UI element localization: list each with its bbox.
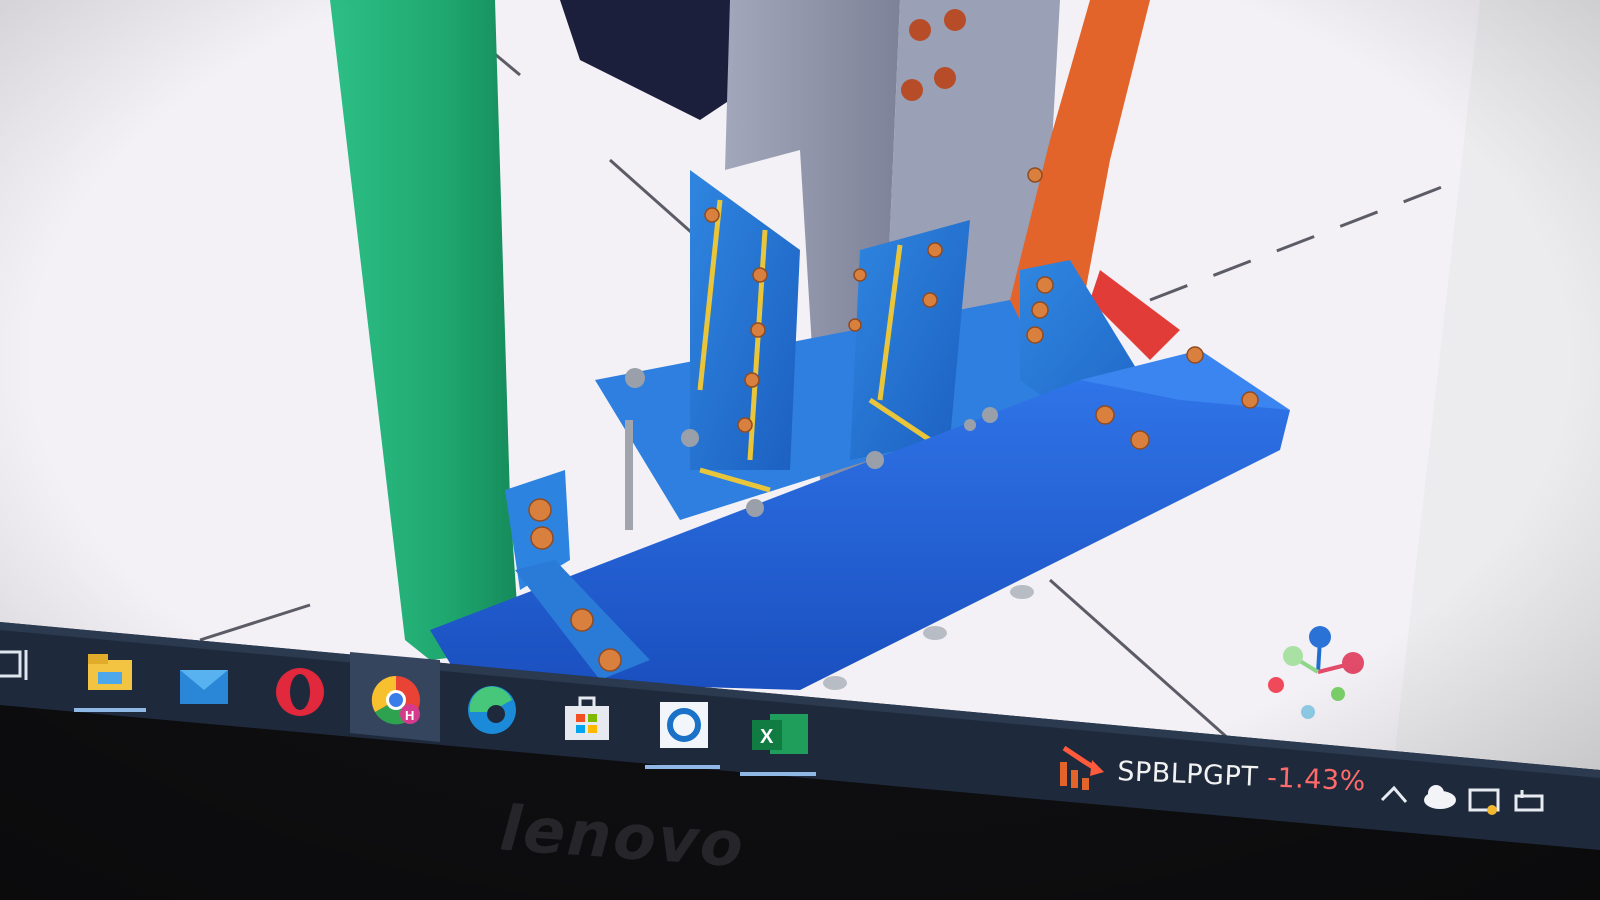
stock-ticker: SPBLPGPT bbox=[1116, 756, 1259, 793]
edge-icon[interactable] bbox=[468, 686, 516, 734]
stock-change: -1.43% bbox=[1266, 762, 1367, 798]
chrome-icon[interactable]: H bbox=[371, 675, 420, 725]
excel-letter: X bbox=[760, 726, 774, 748]
chrome-badge: H bbox=[405, 708, 414, 723]
mail-icon[interactable] bbox=[180, 670, 228, 704]
desktop-screen: H X bbox=[0, 0, 1600, 900]
opera-icon[interactable] bbox=[276, 668, 324, 716]
